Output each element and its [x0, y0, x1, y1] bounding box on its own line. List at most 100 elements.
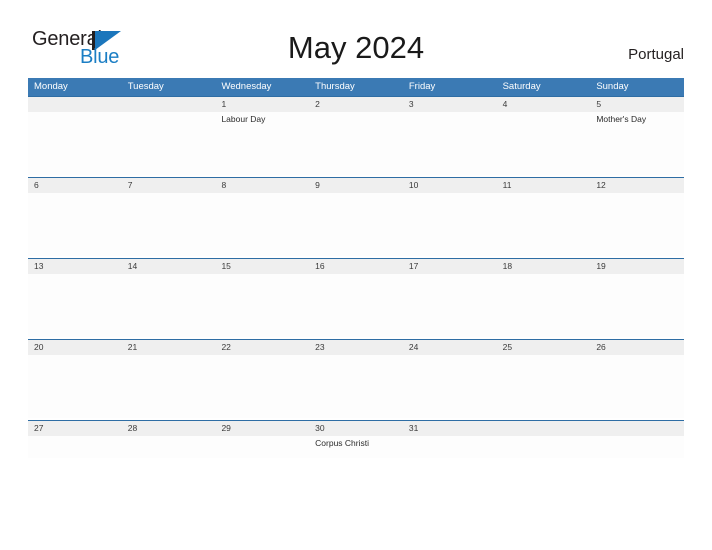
week-row: 6 7 8 9 10 11 12	[28, 177, 684, 258]
week-date-band: 20 21 22 23 24 25 26	[28, 339, 684, 355]
country-label: Portugal	[628, 46, 684, 63]
day-number[interactable]: 12	[590, 178, 684, 193]
day-number[interactable]: 15	[215, 259, 309, 274]
week-date-band: 13 14 15 16 17 18 19	[28, 258, 684, 274]
week-row: 1 2 3 4 5 Labour Day Mother's Day	[28, 96, 684, 177]
day-cell[interactable]	[28, 355, 122, 418]
day-cell[interactable]	[403, 193, 497, 256]
weekday-header-monday: Monday	[34, 81, 68, 92]
day-number[interactable]: 25	[497, 340, 591, 355]
day-cell[interactable]	[403, 274, 497, 337]
day-number[interactable]	[122, 97, 216, 112]
day-number[interactable]: 9	[309, 178, 403, 193]
week-date-band: 27 28 29 30 31	[28, 420, 684, 436]
day-number[interactable]: 3	[403, 97, 497, 112]
day-number[interactable]: 27	[28, 421, 122, 436]
day-cell[interactable]	[497, 112, 591, 175]
day-cell[interactable]	[309, 274, 403, 337]
day-number[interactable]: 22	[215, 340, 309, 355]
week-event-band	[28, 193, 684, 256]
week-event-band	[28, 274, 684, 337]
day-number[interactable]	[28, 97, 122, 112]
day-number[interactable]: 16	[309, 259, 403, 274]
calendar-page: General Blue May 2024 Portugal Monday Tu…	[0, 0, 712, 550]
day-number[interactable]: 5	[590, 97, 684, 112]
day-cell[interactable]	[497, 436, 591, 458]
day-cell[interactable]	[122, 355, 216, 418]
day-cell[interactable]	[497, 193, 591, 256]
day-number[interactable]: 23	[309, 340, 403, 355]
weekday-header-thursday: Thursday	[315, 81, 355, 92]
day-number[interactable]: 8	[215, 178, 309, 193]
day-number[interactable]: 30	[309, 421, 403, 436]
day-number[interactable]: 17	[403, 259, 497, 274]
day-number[interactable]	[590, 421, 684, 436]
day-event-label: Corpus Christi	[315, 438, 370, 448]
weekday-header-friday: Friday	[408, 81, 436, 92]
page-header: General Blue May 2024 Portugal	[0, 0, 712, 78]
day-cell[interactable]	[28, 193, 122, 256]
day-cell[interactable]	[590, 274, 684, 337]
day-number[interactable]: 29	[215, 421, 309, 436]
day-cell[interactable]	[215, 274, 309, 337]
day-cell[interactable]	[403, 355, 497, 418]
day-event-label: Labour Day	[221, 114, 266, 124]
day-number[interactable]: 11	[497, 178, 591, 193]
week-row: 27 28 29 30 31 Corpus Christi	[28, 420, 684, 460]
calendar-grid: Monday Tuesday Wednesday Thursday Friday…	[28, 78, 684, 460]
day-cell[interactable]	[590, 355, 684, 418]
day-cell[interactable]	[309, 112, 403, 175]
day-number[interactable]: 1	[215, 97, 309, 112]
day-cell[interactable]	[403, 112, 497, 175]
day-cell[interactable]	[122, 436, 216, 458]
day-number[interactable]: 13	[28, 259, 122, 274]
weekday-header-row: Monday Tuesday Wednesday Thursday Friday…	[28, 78, 684, 96]
day-cell[interactable]	[122, 112, 216, 175]
day-cell[interactable]	[215, 436, 309, 458]
day-cell[interactable]	[309, 193, 403, 256]
weekday-header-saturday: Saturday	[502, 81, 541, 92]
day-cell[interactable]	[122, 193, 216, 256]
day-cell[interactable]: Mother's Day	[590, 112, 684, 175]
day-cell[interactable]	[403, 436, 497, 458]
day-number[interactable]: 19	[590, 259, 684, 274]
day-number[interactable]: 20	[28, 340, 122, 355]
week-event-band: Labour Day Mother's Day	[28, 112, 684, 175]
day-cell[interactable]	[309, 355, 403, 418]
week-event-band	[28, 355, 684, 418]
day-number[interactable]: 6	[28, 178, 122, 193]
day-cell[interactable]	[28, 274, 122, 337]
day-cell[interactable]: Corpus Christi	[309, 436, 403, 458]
page-title: May 2024	[287, 30, 425, 65]
day-number[interactable]: 24	[403, 340, 497, 355]
weekday-header-wednesday: Wednesday	[221, 81, 272, 92]
day-event-label: Mother's Day	[596, 114, 647, 124]
weekday-header-tuesday: Tuesday	[127, 81, 164, 92]
day-cell[interactable]	[590, 193, 684, 256]
day-number[interactable]: 21	[122, 340, 216, 355]
day-number[interactable]: 14	[122, 259, 216, 274]
day-number[interactable]: 28	[122, 421, 216, 436]
day-number[interactable]	[497, 421, 591, 436]
day-cell[interactable]	[215, 355, 309, 418]
day-cell[interactable]	[497, 355, 591, 418]
day-number[interactable]: 2	[309, 97, 403, 112]
week-date-band: 6 7 8 9 10 11 12	[28, 177, 684, 193]
weekday-header-sunday: Sunday	[596, 81, 629, 92]
day-number[interactable]: 26	[590, 340, 684, 355]
day-cell[interactable]	[28, 436, 122, 458]
week-row: 20 21 22 23 24 25 26	[28, 339, 684, 420]
day-number[interactable]: 31	[403, 421, 497, 436]
day-number[interactable]: 7	[122, 178, 216, 193]
week-event-band: Corpus Christi	[28, 436, 684, 458]
day-cell[interactable]	[590, 436, 684, 458]
day-cell[interactable]: Labour Day	[215, 112, 309, 175]
day-number[interactable]: 10	[403, 178, 497, 193]
day-cell[interactable]	[215, 193, 309, 256]
week-row: 13 14 15 16 17 18 19	[28, 258, 684, 339]
day-cell[interactable]	[28, 112, 122, 175]
day-cell[interactable]	[497, 274, 591, 337]
day-cell[interactable]	[122, 274, 216, 337]
day-number[interactable]: 18	[497, 259, 591, 274]
day-number[interactable]: 4	[497, 97, 591, 112]
